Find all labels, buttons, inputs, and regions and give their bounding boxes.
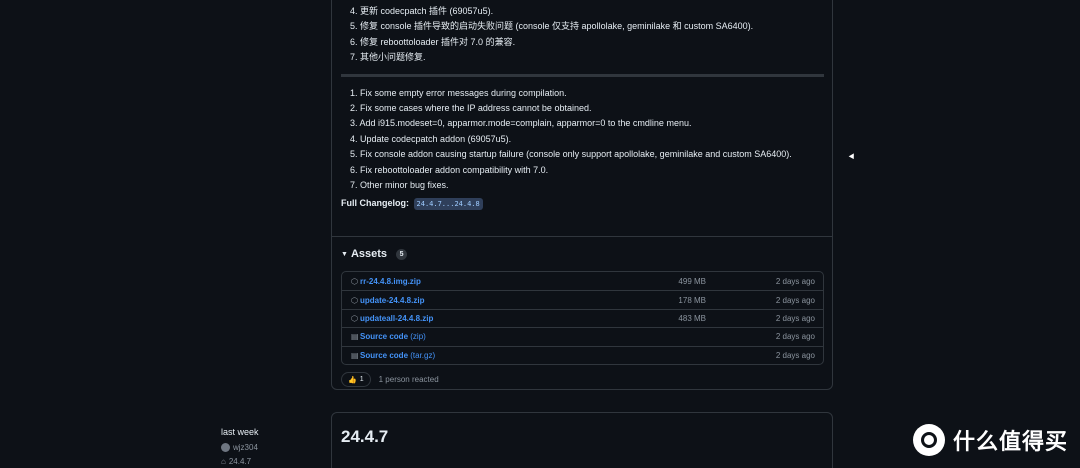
changelog-label: Full Changelog: — [341, 198, 409, 209]
note-zh-item: 7. 其他小问题修复. — [350, 52, 426, 63]
source-code-targz-link[interactable]: Source code (tar.gz) — [360, 351, 435, 360]
package-icon: ⬡ — [351, 313, 358, 323]
asset-suffix: (zip) — [410, 332, 426, 342]
release-card: 4. 更新 codecpatch 插件 (69057u5). 5. 修复 con… — [331, 0, 833, 390]
author-name: wjz304 — [233, 443, 258, 452]
assets-list: ⬡ rr-24.4.8.img.zip 499 MB 2 days ago ⬡ … — [341, 271, 824, 365]
release-author[interactable]: wjz304 — [221, 443, 259, 452]
asset-name: Source code — [360, 350, 409, 360]
asset-size: 178 MB — [678, 295, 706, 305]
mouse-cursor-icon — [848, 153, 857, 161]
asset-name: rr-24.4.8.img.zip — [360, 276, 421, 286]
note-en-item: 5. Fix console addon causing startup fai… — [350, 149, 792, 160]
watermark: 什么值得买 — [912, 424, 1068, 456]
note-en-item: 1. Fix some empty error messages during … — [350, 87, 567, 98]
file-zip-icon: ▤ — [351, 332, 359, 342]
avatar — [221, 443, 230, 452]
asset-name: updateall-24.4.8.zip — [360, 313, 434, 323]
asset-size: 499 MB — [678, 276, 706, 286]
asset-name: Source code — [360, 332, 409, 342]
asset-date: 2 days ago — [775, 350, 815, 360]
asset-row: ⬡ updateall-24.4.8.zip 483 MB 2 days ago — [342, 308, 823, 327]
asset-name: update-24.4.8.zip — [360, 295, 425, 305]
asset-row: ▤ Source code (zip) 2 days ago — [342, 327, 823, 345]
file-zip-icon: ▤ — [351, 350, 359, 360]
asset-row: ⬡ update-24.4.8.zip 178 MB 2 days ago — [342, 290, 823, 308]
asset-link[interactable]: rr-24.4.8.img.zip — [360, 277, 421, 286]
package-icon: ⬡ — [351, 295, 358, 305]
release-card-next: 24.4.7 — [331, 412, 833, 468]
reactions: 👍 1 1 person reacted — [341, 372, 439, 387]
release-title[interactable]: 24.4.7 — [341, 427, 388, 447]
notes-zh-list: 4. 更新 codecpatch 插件 (69057u5). 5. 修复 con… — [341, 0, 825, 66]
smzdm-logo-icon — [912, 424, 945, 456]
source-code-zip-link[interactable]: Source code (zip) — [360, 332, 426, 341]
note-zh-item: 6. 修复 reboottoloader 插件对 7.0 的兼容. — [350, 36, 516, 47]
asset-link[interactable]: update-24.4.8.zip — [360, 296, 424, 305]
asset-row: ▤ Source code (tar.gz) 2 days ago — [342, 345, 823, 364]
thumbs-up-icon: 👍 — [348, 376, 357, 384]
tag-icon: ⌂ — [221, 457, 226, 466]
release-notes: 4. 更新 codecpatch 插件 (69057u5). 5. 修复 con… — [341, 0, 825, 211]
assets-title: Assets — [350, 248, 388, 260]
release-time: last week — [221, 427, 259, 437]
release-tag[interactable]: ⌂ 24.4.7 — [221, 457, 259, 466]
asset-link[interactable]: updateall-24.4.8.zip — [360, 314, 433, 323]
thumbs-up-reaction-button[interactable]: 👍 1 — [341, 372, 371, 387]
note-zh-item: 4. 更新 codecpatch 插件 (69057u5). — [350, 6, 494, 16]
assets-toggle[interactable]: ▼ Assets 5 — [341, 248, 408, 260]
asset-suffix: (tar.gz) — [410, 350, 436, 360]
watermark-text: 什么值得买 — [952, 429, 1068, 454]
asset-date: 2 days ago — [775, 276, 815, 286]
notes-en-list: 1. Fix some empty error messages during … — [341, 86, 825, 194]
package-icon: ⬡ — [351, 276, 358, 286]
note-en-item: 7. Other minor bug fixes. — [350, 180, 449, 191]
triangle-down-icon: ▼ — [341, 250, 348, 258]
full-changelog: Full Changelog: 24.4.7...24.4.8 — [341, 198, 825, 211]
release-sidebar: last week wjz304 ⌂ 24.4.7 — [221, 427, 259, 466]
asset-size: 483 MB — [678, 313, 706, 323]
assets-divider — [332, 236, 832, 237]
note-en-item: 3. Add i915.modeset=0, apparmor.mode=com… — [350, 118, 692, 129]
asset-date: 2 days ago — [775, 313, 815, 323]
note-en-item: 6. Fix reboottoloader addon compatibilit… — [350, 164, 549, 175]
assets-count-badge: 5 — [396, 248, 408, 260]
asset-date: 2 days ago — [775, 295, 815, 305]
reaction-count: 1 — [359, 376, 364, 383]
tag-name: 24.4.7 — [228, 457, 252, 466]
reaction-summary: 1 person reacted — [378, 375, 439, 384]
asset-row: ⬡ rr-24.4.8.img.zip 499 MB 2 days ago — [342, 272, 823, 290]
changelog-compare-link[interactable]: 24.4.7...24.4.8 — [413, 198, 483, 211]
section-separator — [341, 73, 824, 77]
note-zh-item: 5. 修复 console 插件导致的启动失败问题 (console 仅支持 a… — [350, 21, 754, 32]
note-en-item: 2. Fix some cases where the IP address c… — [350, 103, 592, 114]
asset-date: 2 days ago — [775, 332, 815, 342]
note-en-item: 4. Update codecpatch addon (69057u5). — [350, 133, 512, 144]
